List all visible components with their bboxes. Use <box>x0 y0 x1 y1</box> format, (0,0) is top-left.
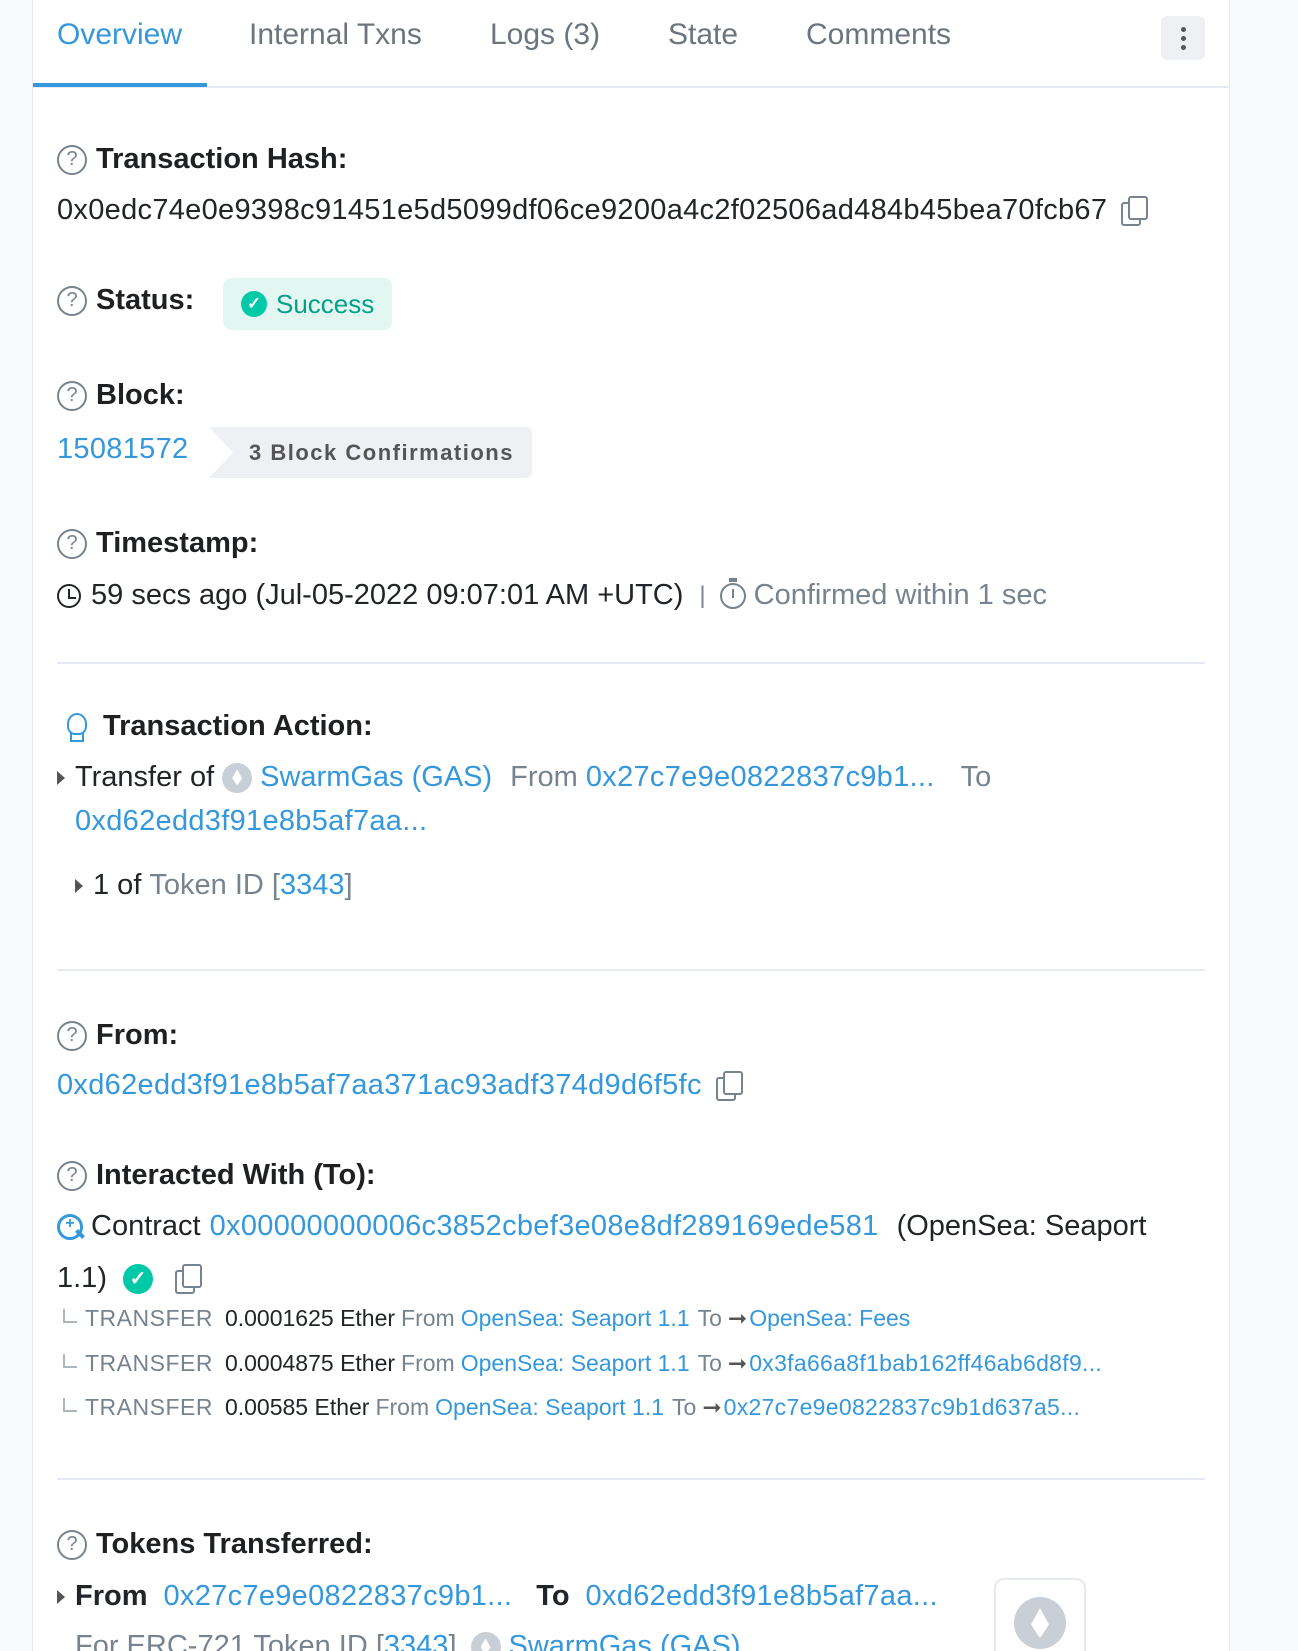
from-label: ? From: <box>57 1019 178 1052</box>
caret-right-icon[interactable] <box>57 1589 65 1604</box>
tokens-label: ? Tokens Transferred: <box>57 1528 373 1561</box>
transfer-from-link[interactable]: OpenSea: Seaport 1.1 <box>435 1394 664 1421</box>
help-icon[interactable]: ? <box>57 1020 87 1051</box>
copy-icon[interactable] <box>1121 195 1149 226</box>
caret-right-icon[interactable] <box>75 878 83 893</box>
ethereum-icon <box>1014 1597 1066 1649</box>
token-id-row: 1 of Token ID [ 3343 ] <box>75 869 353 902</box>
timestamp-row: 59 secs ago (Jul-05-2022 09:07:01 AM +UT… <box>57 577 1047 612</box>
help-icon[interactable]: ? <box>57 144 87 175</box>
caret-right-icon[interactable] <box>57 770 65 785</box>
transfer-from-link[interactable]: OpenSea: Seaport 1.1 <box>461 1305 690 1332</box>
token-id-link[interactable]: 3343 <box>384 1630 449 1651</box>
tree-corner-icon <box>63 1353 77 1368</box>
interacted-label: ? Interacted With (To): <box>57 1159 376 1192</box>
contract-address-link[interactable]: 0x00000000006c3852cbef3e08e8df289169ede5… <box>210 1210 879 1243</box>
action-to-link[interactable]: 0xd62edd3f91e8b5af7aa... <box>75 805 427 838</box>
token-to-link[interactable]: 0xd62edd3f91e8b5af7aa... <box>586 1580 938 1613</box>
help-icon[interactable]: ? <box>57 1529 87 1560</box>
help-icon[interactable]: ? <box>57 380 87 411</box>
transfer-to-link[interactable]: 0x27c7e9e0822837c9b1d637a5... <box>724 1394 1081 1421</box>
transfer-to-link[interactable]: 0x3fa66a8f1bab162ff46ab6d8f9... <box>749 1350 1102 1377</box>
check-circle-icon: ✓ <box>241 291 267 317</box>
divider <box>57 969 1205 971</box>
verified-check-icon: ✓ <box>122 1263 153 1294</box>
action-row: Transfer of SwarmGas (GAS) From 0x27c7e9… <box>57 761 991 794</box>
separator: | <box>699 581 706 609</box>
arrow-right-icon: ➞ <box>702 1394 722 1420</box>
hash-value: 0x0edc74e0e9398c91451e5d5099df06ce9200a4… <box>57 194 1108 226</box>
help-icon[interactable]: ? <box>57 285 87 316</box>
action-label: Transaction Action: <box>57 708 373 744</box>
token-link[interactable]: SwarmGas (GAS) <box>260 761 492 794</box>
zoom-in-icon <box>57 1213 83 1240</box>
clock-icon <box>57 583 81 608</box>
internal-transfer-row: TRANSFER 0.00585 Ether From OpenSea: Sea… <box>63 1394 1080 1421</box>
from-row: 0xd62edd3f91e8b5af7aa371ac93adf374d9d6f5… <box>57 1069 743 1102</box>
contract-row: Contract 0x00000000006c3852cbef3e08e8df2… <box>57 1210 1146 1243</box>
timestamp-label: ? Timestamp: <box>57 527 258 560</box>
tab-bar: Overview Internal Txns Logs (3) State Co… <box>33 0 1229 88</box>
block-number-link[interactable]: 15081572 <box>57 433 188 466</box>
active-tab-indicator <box>33 83 207 87</box>
transfer-from-link[interactable]: OpenSea: Seaport 1.1 <box>461 1350 690 1377</box>
token-link[interactable]: SwarmGas (GAS) <box>509 1630 741 1651</box>
tab-internal-txns[interactable]: Internal Txns <box>249 18 422 52</box>
block-label: ? Block: <box>57 379 185 412</box>
internal-transfer-row: TRANSFER 0.0004875 Ether From OpenSea: S… <box>63 1350 1102 1377</box>
transaction-card: Overview Internal Txns Logs (3) State Co… <box>32 0 1230 1651</box>
status-label: ? Status: <box>57 284 194 317</box>
tree-corner-icon <box>63 1308 77 1323</box>
hash-label: ? Transaction Hash: <box>57 143 347 176</box>
token-logo-icon <box>222 762 253 793</box>
token-id-link[interactable]: 3343 <box>280 869 345 902</box>
internal-transfer-row: TRANSFER 0.0001625 Ether From OpenSea: S… <box>63 1305 910 1332</box>
token-thumbnail[interactable] <box>994 1578 1086 1651</box>
arrow-right-icon: ➞ <box>727 1350 748 1376</box>
stopwatch-icon <box>719 577 746 609</box>
lightbulb-icon <box>57 708 93 744</box>
divider <box>57 662 1205 664</box>
confirmed-within: Confirmed within 1 sec <box>753 579 1047 611</box>
token-transfer-row: From 0x27c7e9e0822837c9b1... To 0xd62edd… <box>57 1580 938 1613</box>
timestamp-value: 59 secs ago (Jul-05-2022 09:07:01 AM +UT… <box>91 579 684 611</box>
divider <box>57 1478 1205 1480</box>
token-from-link[interactable]: 0x27c7e9e0822837c9b1... <box>164 1580 513 1613</box>
more-options-button[interactable] <box>1161 16 1205 60</box>
help-icon[interactable]: ? <box>57 1160 87 1191</box>
transfer-to-link[interactable]: OpenSea: Fees <box>749 1305 910 1332</box>
copy-icon[interactable] <box>174 1263 202 1294</box>
copy-icon[interactable] <box>715 1070 743 1101</box>
tree-corner-icon <box>63 1397 77 1412</box>
tab-overview[interactable]: Overview <box>57 18 182 52</box>
action-from-link[interactable]: 0x27c7e9e0822837c9b1... <box>586 761 935 794</box>
tab-logs[interactable]: Logs (3) <box>490 18 600 52</box>
hash-row: 0x0edc74e0e9398c91451e5d5099df06ce9200a4… <box>57 194 1149 227</box>
tab-comments[interactable]: Comments <box>806 18 951 52</box>
from-address-link[interactable]: 0xd62edd3f91e8b5af7aa371ac93adf374d9d6f5… <box>57 1069 702 1102</box>
token-logo-icon <box>470 1631 501 1651</box>
tab-state[interactable]: State <box>668 18 738 52</box>
token-detail-row: For ERC-721 Token ID [ 3343 ] SwarmGas (… <box>75 1630 741 1651</box>
help-icon[interactable]: ? <box>57 528 87 559</box>
contract-name-row: 1.1) ✓ <box>57 1262 202 1295</box>
block-confirmations-badge: 3 Block Confirmations <box>209 427 532 478</box>
status-badge: ✓ Success <box>223 278 393 330</box>
arrow-right-icon: ➞ <box>727 1305 748 1331</box>
